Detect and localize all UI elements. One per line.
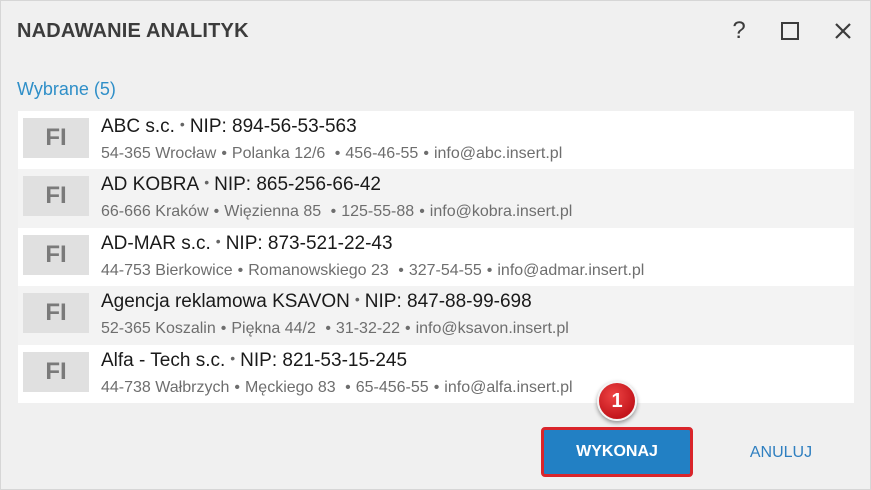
item-details: 44-753 Bierkowice • Romanowskiego 23 • 327-…	[101, 261, 645, 279]
help-icon[interactable]: ?	[723, 15, 755, 47]
item-address: 44-753 Bierkowice	[101, 261, 233, 279]
item-name: AD-MAR s.c.	[101, 232, 211, 254]
item-email: info@alfa.insert.pl	[444, 378, 573, 396]
type-badge: FI	[23, 234, 89, 275]
item-phone: 31-32-22	[335, 320, 400, 338]
item-details: 44-738 Wałbrzych • Męckiego 83 • 65-456-55 •…	[101, 378, 573, 396]
step-marker: 1	[597, 381, 637, 421]
type-badge: FI	[23, 118, 89, 158]
item-title: ABC s.c. • NIP: 894-56-53-563	[101, 116, 357, 137]
item-phone: 125-55-88	[341, 203, 415, 221]
item-name: Alfa - Tech s.c.	[101, 349, 226, 371]
item-email: info@ksavon.insert.pl	[415, 320, 569, 338]
title-bar: NADAWANIE ANALITYK ?	[1, 1, 870, 63]
item-nip: NIP: 865-256-66-42	[214, 174, 381, 196]
item-title: AD-MAR s.c. • NIP: 873-521-22-43	[101, 232, 393, 254]
item-street: Romanowskiego 23	[248, 261, 389, 279]
list-item[interactable]: FI Agencja reklamowa KSAVON • NIP: 847-88-…	[18, 286, 854, 345]
selected-list: FI ABC s.c. • NIP: 894-56-53-563 54-365 Wr…	[18, 111, 854, 403]
selected-count-label: Wybrane (5)	[17, 79, 116, 99]
item-nip: NIP: 847-88-99-698	[364, 291, 532, 313]
item-name: Agencja reklamowa KSAVON	[101, 291, 350, 313]
item-title: Alfa - Tech s.c. • NIP: 821-53-15-245	[101, 349, 408, 371]
item-phone: 327-54-55	[408, 261, 482, 279]
close-icon[interactable]	[827, 15, 859, 47]
item-address: 44-738 Wałbrzych	[101, 378, 230, 396]
item-address: 66-666 Kraków	[101, 203, 209, 221]
item-name: AD KOBRA	[101, 174, 200, 196]
item-email: info@admar.insert.pl	[497, 261, 645, 279]
item-details: 54-365 Wrocław • Polanka 12/6 • 456-46-55 • i…	[101, 145, 563, 162]
item-address: 52-365 Koszalin	[101, 320, 216, 338]
item-email: info@kobra.insert.pl	[429, 203, 573, 221]
item-details: 66-666 Kraków • Więzienna 85 • 125-55-88 • in…	[101, 203, 573, 221]
maximize-icon[interactable]	[774, 15, 806, 47]
item-nip: NIP: 873-521-22-43	[225, 232, 393, 254]
type-badge: FI	[23, 176, 89, 217]
list-item[interactable]: FI AD KOBRA • NIP: 865-256-66-42 66-666 Kr…	[18, 169, 854, 228]
dialog-title: NADAWANIE ANALITYK	[17, 20, 249, 42]
cancel-button[interactable]: ANULUJ	[741, 441, 821, 465]
dialog-window: NADAWANIE ANALITYK ? Wybrane (5) FI ABC …	[0, 0, 871, 490]
item-title: AD KOBRA • NIP: 865-256-66-42	[101, 174, 381, 196]
type-badge: FI	[23, 351, 89, 392]
item-street: Piękna 44/2	[231, 320, 316, 338]
type-badge: FI	[23, 293, 89, 334]
item-email: info@abc.insert.pl	[433, 145, 563, 162]
list-item[interactable]: FI AD-MAR s.c. • NIP: 873-521-22-43 44-753…	[18, 228, 854, 286]
item-phone: 65-456-55	[355, 378, 429, 396]
item-nip: NIP: 894-56-53-563	[189, 116, 357, 137]
item-street: Więzienna 85	[224, 203, 322, 221]
list-item[interactable]: FI Alfa - Tech s.c. • NIP: 821-53-15-245 4…	[18, 345, 854, 403]
item-street: Polanka 12/6	[231, 145, 326, 162]
item-details: 52-365 Koszalin • Piękna 44/2 • 31-32-22 • in…	[101, 320, 569, 338]
item-name: ABC s.c.	[101, 116, 175, 137]
list-item[interactable]: FI ABC s.c. • NIP: 894-56-53-563 54-365 Wr…	[18, 111, 854, 169]
item-street: Męckiego 83	[244, 378, 336, 396]
item-title: Agencja reklamowa KSAVON • NIP: 847-88-99-…	[101, 291, 532, 313]
item-phone: 456-46-55	[345, 145, 419, 162]
item-nip: NIP: 821-53-15-245	[240, 349, 408, 371]
item-address: 54-365 Wrocław	[101, 145, 217, 162]
execute-button[interactable]: WYKONAJ	[541, 427, 693, 477]
